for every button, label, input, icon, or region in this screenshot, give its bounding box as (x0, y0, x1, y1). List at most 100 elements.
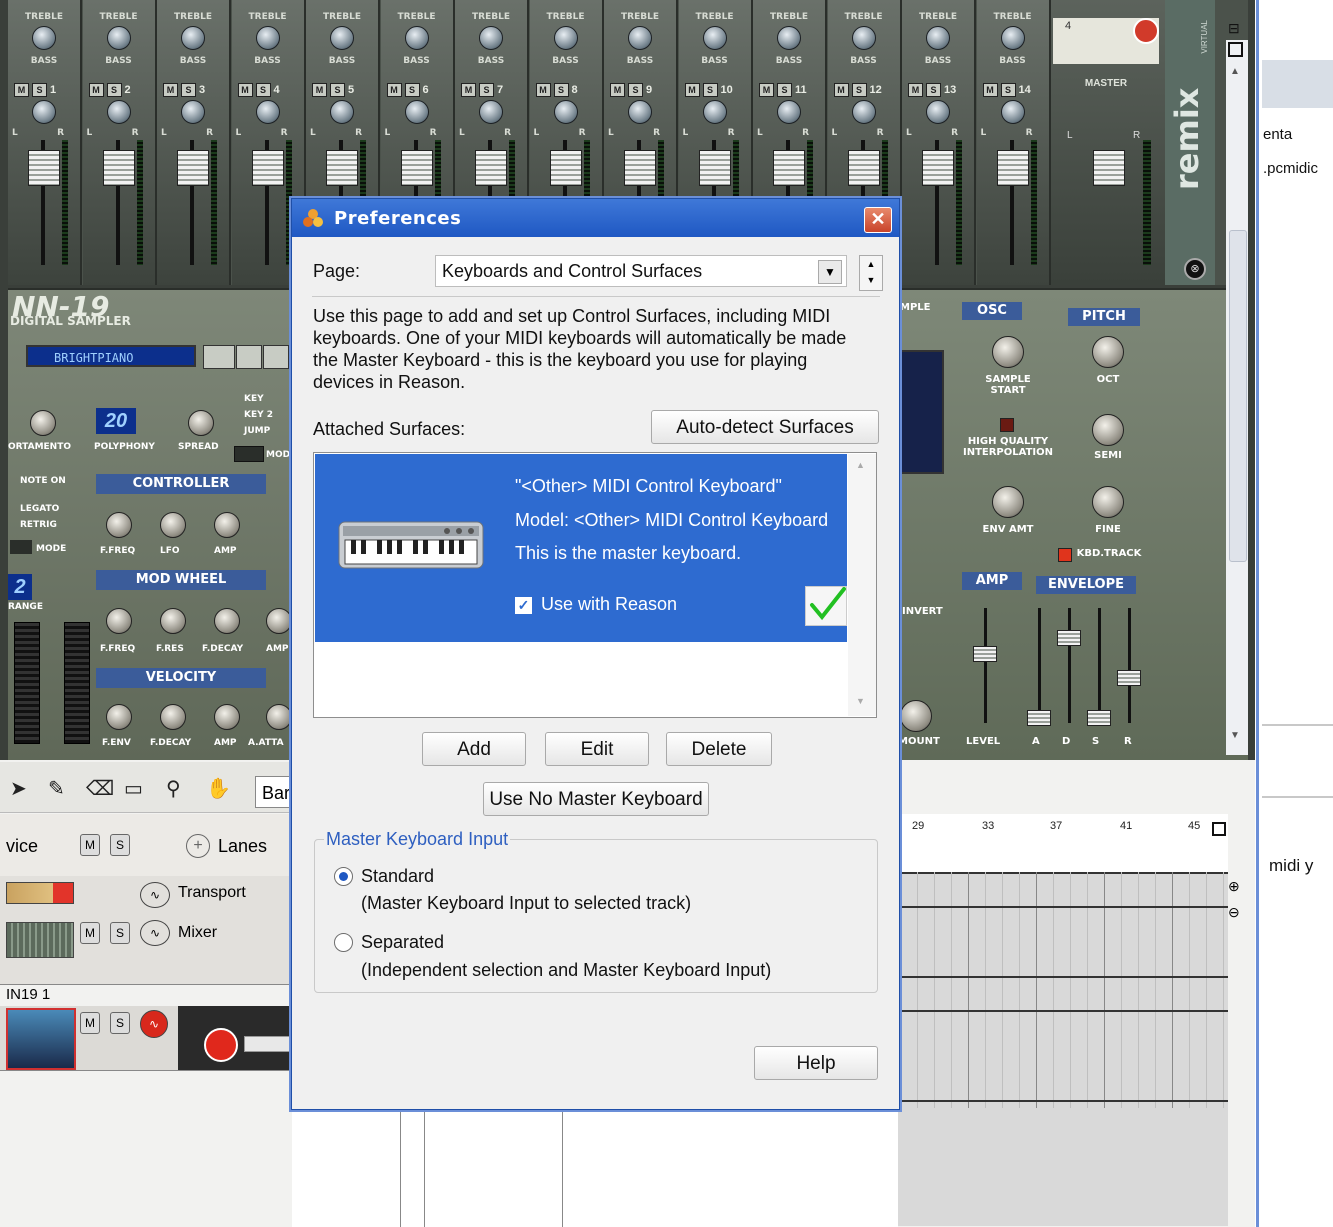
eraser-tool-icon[interactable]: ⌫ (86, 776, 114, 801)
portamento-knob[interactable] (30, 410, 56, 436)
patch-name-display[interactable]: BRIGHTPIANO (26, 345, 196, 367)
hand-tool-icon[interactable]: ✋ (206, 776, 231, 801)
delete-button[interactable]: Delete (666, 732, 772, 766)
voice-mode-button[interactable] (10, 540, 32, 554)
scroll-up-icon[interactable]: ▲ (1230, 66, 1240, 77)
scroll-down-icon[interactable]: ▼ (1230, 730, 1240, 741)
solo-button[interactable]: S (1000, 83, 1016, 97)
spinner-up-icon[interactable]: ▲ (860, 256, 882, 272)
solo-button[interactable]: S (851, 83, 867, 97)
solo-button[interactable]: S (106, 83, 122, 97)
channel-fader[interactable] (624, 150, 656, 186)
mute-button[interactable]: M (535, 83, 551, 97)
env-d-fader[interactable] (1057, 630, 1081, 646)
modwheel-fdecay-knob[interactable] (214, 608, 240, 634)
scroll-down-icon[interactable]: ▼ (856, 696, 865, 706)
zoom-out-icon[interactable]: ⊖ (1228, 904, 1240, 921)
channel-fader[interactable] (996, 150, 1029, 186)
pan-knob[interactable] (255, 100, 280, 124)
window-restore-icon[interactable]: ⊟ (1228, 20, 1240, 37)
treble-knob[interactable] (926, 26, 950, 50)
mount-knob[interactable] (900, 700, 932, 732)
env-a-fader[interactable] (1027, 710, 1051, 726)
help-button[interactable]: Help (754, 1046, 878, 1080)
treble-knob[interactable] (404, 26, 429, 50)
nn19-solo-button[interactable]: S (110, 1012, 130, 1034)
channel-fader[interactable] (177, 150, 209, 186)
env-s-fader[interactable] (1087, 710, 1111, 726)
pencil-tool-icon[interactable]: ✎ (48, 776, 65, 801)
mod-wheel[interactable] (64, 622, 90, 744)
fine-knob[interactable] (1092, 486, 1124, 518)
channel-fader[interactable] (28, 150, 60, 186)
mute-button[interactable]: M (461, 83, 476, 97)
solo-button[interactable]: S (628, 83, 643, 97)
mixer-solo-button[interactable]: S (110, 922, 130, 944)
mute-button[interactable]: M (386, 83, 402, 97)
kbd-track-led[interactable] (1058, 548, 1072, 562)
velocity-amp-knob[interactable] (214, 704, 240, 730)
spread-mode-button[interactable] (234, 446, 264, 462)
mute-button[interactable]: M (610, 83, 625, 97)
amp-level-fader[interactable] (973, 646, 997, 662)
pan-knob[interactable] (1000, 100, 1025, 124)
oct-knob[interactable] (1092, 336, 1124, 368)
channel-fader[interactable] (847, 150, 880, 186)
global-solo-button[interactable]: S (110, 834, 130, 856)
pan-knob[interactable] (479, 100, 503, 124)
pan-knob[interactable] (628, 100, 652, 124)
range-display[interactable]: 2 (8, 574, 32, 600)
standard-radio[interactable] (334, 867, 353, 886)
treble-knob[interactable] (1000, 26, 1025, 50)
channel-fader[interactable] (102, 150, 135, 186)
pan-knob[interactable] (330, 100, 354, 124)
arrangement-timeline[interactable] (898, 814, 1228, 1226)
channel-fader[interactable] (549, 150, 582, 186)
solo-button[interactable]: S (777, 83, 792, 97)
timeline-ruler[interactable]: 29 33 37 41 45 (898, 814, 1228, 874)
track-row-transport[interactable]: ∿ Transport (0, 876, 290, 915)
channel-fader[interactable] (698, 150, 731, 186)
treble-knob[interactable] (851, 26, 876, 50)
patch-save-button[interactable] (263, 345, 289, 369)
use-no-master-keyboard-button[interactable]: Use No Master Keyboard (483, 782, 709, 816)
treble-knob[interactable] (479, 26, 503, 50)
surface-list-item[interactable]: "<Other> MIDI Control Keyboard" Model: <… (315, 454, 847, 642)
add-button[interactable]: Add (422, 732, 526, 766)
channel-fader[interactable] (400, 150, 433, 186)
solo-button[interactable]: S (404, 83, 420, 97)
polyphony-display[interactable]: 20 (96, 408, 136, 434)
mute-button[interactable]: M (312, 83, 327, 97)
solo-button[interactable]: S (32, 83, 47, 97)
timeline-maximize-icon[interactable] (1212, 822, 1226, 836)
snap-select[interactable]: Bar (255, 776, 291, 808)
mute-button[interactable]: M (163, 83, 178, 97)
spread-knob[interactable] (188, 410, 214, 436)
pan-knob[interactable] (777, 100, 801, 124)
patch-browse-button[interactable] (203, 345, 235, 369)
env-r-fader[interactable] (1117, 670, 1141, 686)
env-amt-knob[interactable] (992, 486, 1024, 518)
close-button[interactable]: ✕ (864, 207, 892, 233)
nn19-mute-button[interactable]: M (80, 1012, 100, 1034)
modwheel-ffreq-knob[interactable] (106, 608, 132, 634)
treble-knob[interactable] (181, 26, 205, 50)
window-maximize-icon[interactable] (1228, 42, 1243, 57)
patch-folder-button[interactable] (236, 345, 262, 369)
mute-button[interactable]: M (14, 83, 29, 97)
controller-lfo-knob[interactable] (160, 512, 186, 538)
controller-amp-knob[interactable] (214, 512, 240, 538)
arrow-tool-icon[interactable]: ➤ (10, 776, 27, 801)
treble-knob[interactable] (106, 26, 131, 50)
mute-button[interactable]: M (982, 83, 998, 97)
track-row-nn19[interactable]: M S ∿ (0, 1006, 292, 1071)
solo-button[interactable]: S (330, 83, 345, 97)
semi-knob[interactable] (1092, 414, 1124, 446)
mute-button[interactable]: M (684, 83, 700, 97)
surfaces-scrollbar[interactable]: ▲ ▼ (848, 454, 876, 716)
solo-button[interactable]: S (181, 83, 196, 97)
mute-button[interactable]: M (759, 83, 774, 97)
channel-fader[interactable] (251, 150, 284, 186)
pan-knob[interactable] (404, 100, 429, 124)
use-with-reason-checkbox[interactable]: ✓ (515, 597, 532, 614)
